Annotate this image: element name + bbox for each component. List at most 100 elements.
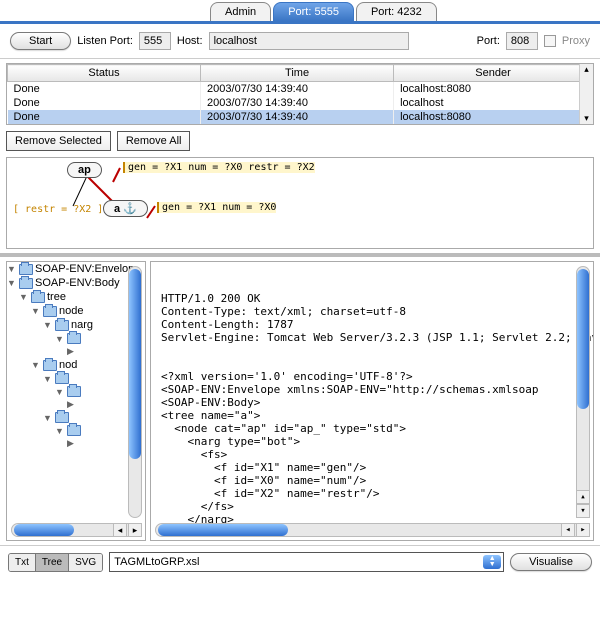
response-pane: HTTP/1.0 200 OK Content-Type: text/xml; … [150, 261, 594, 541]
response-text[interactable]: HTTP/1.0 200 OK Content-Type: text/xml; … [161, 292, 589, 526]
table-scroll-up-icon[interactable]: ▴ [580, 64, 593, 75]
chevron-down-icon: ▼ [43, 320, 53, 330]
tree-item[interactable]: ▶ [7, 398, 145, 411]
toolbar: Start Listen Port: Host: Port: Proxy [0, 24, 600, 59]
scroll-right-icon[interactable]: ▸ [576, 523, 590, 537]
table-row[interactable]: Done 2003/07/30 14:39:40 localhost:8080 [8, 82, 593, 97]
scroll-left-icon[interactable]: ◂ [561, 523, 575, 537]
tab-port-5555[interactable]: Port: 5555 [273, 2, 354, 21]
host-input[interactable] [209, 32, 409, 50]
tab-bar: Admin Port: 5555 Port: 4232 [0, 0, 600, 24]
remove-all-button[interactable]: Remove All [117, 131, 191, 151]
resp-hscroll-arrows: ◂ ▸ [561, 523, 590, 537]
request-table: Status Time Sender Done 2003/07/30 14:39… [6, 63, 594, 125]
scroll-down-icon[interactable]: ▾ [576, 504, 590, 518]
tree-hscroll-arrows: ◂ ▸ [113, 523, 142, 537]
chevron-right-icon: ▶ [67, 346, 77, 357]
chevron-down-icon: ▼ [31, 360, 41, 370]
remove-selected-button[interactable]: Remove Selected [6, 131, 111, 151]
graph-pane: ap a ⚓ gen = ?X1 num = ?X0 restr = ?X2 g… [6, 157, 594, 249]
graph-node-ap[interactable]: ap [67, 162, 102, 178]
folder-icon [55, 373, 69, 384]
tree-vscroll[interactable] [128, 266, 142, 518]
proxy-checkbox[interactable] [544, 35, 556, 47]
port-input[interactable] [506, 32, 538, 50]
folder-icon [55, 412, 69, 423]
tree-item-label: tree [47, 291, 66, 303]
folder-icon [43, 360, 57, 371]
folder-icon [19, 278, 33, 289]
cell-status: Done [8, 96, 201, 110]
start-button[interactable]: Start [10, 32, 71, 50]
chevron-right-icon: ▶ [67, 438, 77, 449]
folder-icon [67, 333, 81, 344]
chevron-right-icon: ▶ [67, 399, 77, 410]
listen-port-input[interactable] [139, 32, 171, 50]
feature-structure-a: gen = ?X1 num = ?X0 [157, 202, 276, 213]
tree-hscroll-thumb[interactable] [14, 524, 74, 536]
resp-vscroll-thumb[interactable] [577, 269, 589, 409]
visualise-button[interactable]: Visualise [510, 553, 592, 571]
folder-icon [67, 425, 81, 436]
splitter[interactable] [0, 253, 600, 257]
anchor-icon: ⚓ [123, 203, 137, 215]
cell-time: 2003/07/30 14:39:40 [201, 96, 394, 110]
tree-item[interactable]: ▼SOAP-ENV:Envelop [7, 262, 145, 276]
combo-arrows-icon[interactable]: ▲▼ [483, 555, 501, 569]
folder-icon [31, 292, 45, 303]
tree-item[interactable]: ▼ [7, 332, 145, 345]
tree-vscroll-thumb[interactable] [129, 269, 141, 459]
scroll-right-icon[interactable]: ▸ [128, 523, 142, 537]
tree-item-label: node [59, 305, 83, 317]
port-label: Port: [477, 35, 500, 47]
graph-node-a[interactable]: a ⚓ [103, 200, 148, 217]
cell-sender: localhost:8080 [394, 82, 593, 97]
bottom-bar: Txt Tree SVG TAGMLtoGRP.xsl ▲▼ Visualise [0, 545, 600, 578]
scroll-up-icon[interactable]: ▴ [576, 490, 590, 504]
tree-item-label: SOAP-ENV:Body [35, 277, 120, 289]
chevron-down-icon: ▼ [7, 264, 17, 274]
folder-icon [43, 306, 57, 317]
tree-item[interactable]: ▼ [7, 385, 145, 398]
tree-pane: ▼SOAP-ENV:Envelop ▼SOAP-ENV:Body ▼tree ▼… [6, 261, 146, 541]
tree-item[interactable]: ▼node [7, 304, 145, 318]
restr-left-box: [ restr = ?X2 ] [13, 204, 103, 215]
tab-port-4232[interactable]: Port: 4232 [356, 2, 437, 21]
tree-item[interactable]: ▼ [7, 424, 145, 437]
cell-status: Done [8, 110, 201, 124]
cell-status: Done [8, 82, 201, 97]
tree-item[interactable]: ▼narg [7, 318, 145, 332]
seg-svg[interactable]: SVG [69, 554, 102, 571]
resp-hscroll-thumb[interactable] [158, 524, 288, 536]
scroll-left-icon[interactable]: ◂ [113, 523, 127, 537]
tree-item[interactable]: ▶ [7, 345, 145, 358]
table-scroll-down-icon[interactable]: ▾ [580, 113, 593, 124]
table-row[interactable]: Done 2003/07/30 14:39:40 localhost:8080 [8, 110, 593, 124]
listen-port-label: Listen Port: [77, 35, 133, 47]
resp-vscroll[interactable] [576, 266, 590, 518]
tree-item[interactable]: ▼ tree [7, 290, 145, 304]
seg-txt[interactable]: Txt [9, 554, 36, 571]
stylesheet-value: TAGMLtoGRP.xsl [114, 556, 199, 568]
cell-time: 2003/07/30 14:39:40 [201, 110, 394, 124]
tree-item[interactable]: ▼nod [7, 358, 145, 372]
lower-panes: ▼SOAP-ENV:Envelop ▼SOAP-ENV:Body ▼tree ▼… [0, 261, 600, 541]
cell-sender: localhost [394, 96, 593, 110]
folder-icon [67, 386, 81, 397]
tree-item[interactable]: ▶ [7, 437, 145, 450]
chevron-down-icon: ▼ [19, 292, 29, 302]
tree-item[interactable]: ▼SOAP-ENV:Body [7, 276, 145, 290]
feature-structure-ap: gen = ?X1 num = ?X0 restr = ?X2 [123, 162, 315, 173]
table-row[interactable]: Done 2003/07/30 14:39:40 localhost [8, 96, 593, 110]
col-time[interactable]: Time [201, 65, 394, 82]
graph-node-a-label: a [114, 203, 123, 215]
col-sender[interactable]: Sender [394, 65, 593, 82]
proxy-label: Proxy [562, 35, 590, 47]
folder-icon [19, 264, 33, 275]
resp-hscroll[interactable] [155, 523, 589, 537]
stylesheet-combo[interactable]: TAGMLtoGRP.xsl ▲▼ [109, 552, 504, 572]
col-status[interactable]: Status [8, 65, 201, 82]
tab-admin[interactable]: Admin [210, 2, 271, 21]
chevron-down-icon: ▼ [55, 334, 65, 344]
seg-tree[interactable]: Tree [36, 554, 69, 571]
